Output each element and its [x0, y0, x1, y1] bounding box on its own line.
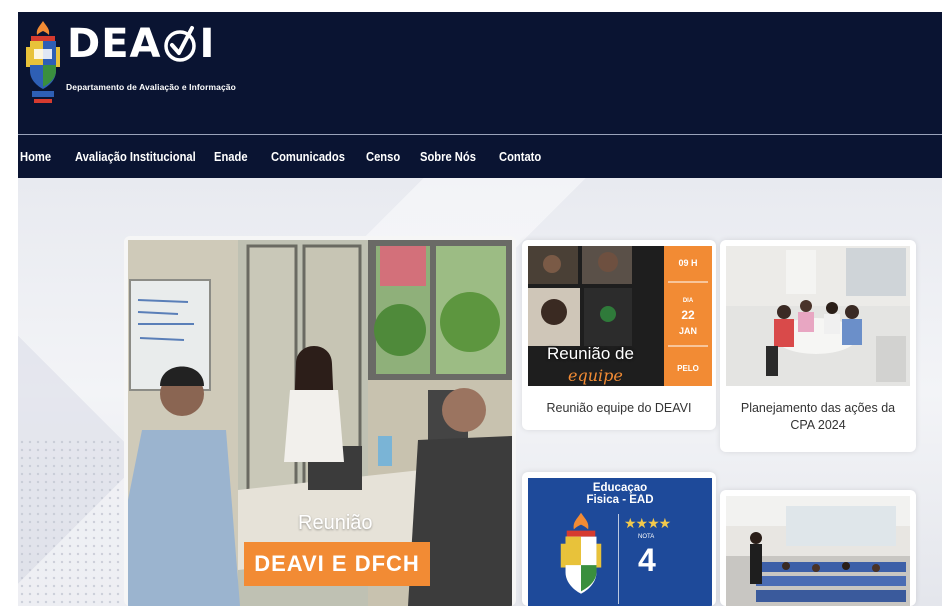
main-nav: Home Avaliação Institucional Enade Comun…: [18, 135, 942, 178]
nav-censo[interactable]: Censo: [366, 149, 400, 164]
news-card-auditorio[interactable]: [720, 490, 916, 606]
thumb-overlay-title: Reunião de: [547, 344, 634, 363]
site-logo[interactable]: DEA I: [67, 21, 215, 67]
nav-home[interactable]: Home: [20, 149, 51, 164]
nav-contato[interactable]: Contato: [499, 149, 541, 164]
thumb-divider: [618, 514, 619, 604]
rating-value: 4: [638, 542, 656, 578]
news-thumb-planejamento-cpa[interactable]: [726, 246, 910, 386]
news-thumb-reuniao-equipe[interactable]: 09 H DIA 22 JAN PELO Reunião de equipe: [528, 246, 712, 386]
news-thumb-educacao-fisica-ead[interactable]: Educaçao Fisica - EAD ★★★★ NOTA 4: [528, 478, 712, 606]
university-crest-icon: [560, 512, 602, 594]
news-card-reuniao-equipe[interactable]: 09 H DIA 22 JAN PELO Reunião de equipe R…: [522, 240, 716, 430]
meeting-platform: PELO: [677, 364, 699, 373]
meeting-day-label: DIA: [682, 298, 694, 304]
logo-text-main: DEA: [67, 21, 162, 67]
featured-news-caption: Reunião: [298, 512, 373, 534]
check-circle-icon: [164, 26, 197, 62]
rating-label: NOTA: [638, 534, 655, 540]
news-thumb-auditorio[interactable]: [726, 496, 910, 606]
news-card-planejamento-cpa[interactable]: Planejamento das ações da CPA 2024: [720, 240, 916, 452]
logo-subtitle: Departamento de Avaliação e Informação: [66, 82, 236, 92]
news-title-planejamento-cpa[interactable]: Planejamento das ações da CPA 2024: [720, 400, 916, 434]
decorative-dots: [18, 438, 138, 606]
nav-sobre-nos[interactable]: Sobre Nós: [420, 149, 476, 164]
news-title-reuniao-equipe[interactable]: Reunião equipe do DEAVI: [522, 400, 716, 417]
thumb-ead-title-line2: Fisica - EAD: [586, 494, 654, 506]
meeting-time: 09 H: [678, 258, 698, 268]
university-crest-icon[interactable]: [22, 19, 64, 111]
logo-text-end: I: [199, 21, 216, 67]
nav-comunicados[interactable]: Comunicados: [271, 149, 345, 164]
site-header: DEA I Departamento de Avaliação e Inform…: [18, 12, 942, 134]
nav-avaliacao-institucional[interactable]: Avaliação Institucional: [75, 149, 196, 164]
thumb-overlay-subtitle: equipe: [568, 366, 623, 385]
rating-stars: ★★★★: [624, 515, 671, 531]
thumb-ead-title-line1: Educaçao: [592, 482, 648, 494]
meeting-month: JAN: [678, 326, 697, 336]
nav-enade[interactable]: Enade: [214, 149, 248, 164]
meeting-day: 22: [681, 308, 695, 322]
featured-news-banner: DEAVI E DFCH: [244, 542, 430, 586]
news-card-educacao-fisica-ead[interactable]: Educaçao Fisica - EAD ★★★★ NOTA 4: [522, 472, 716, 606]
